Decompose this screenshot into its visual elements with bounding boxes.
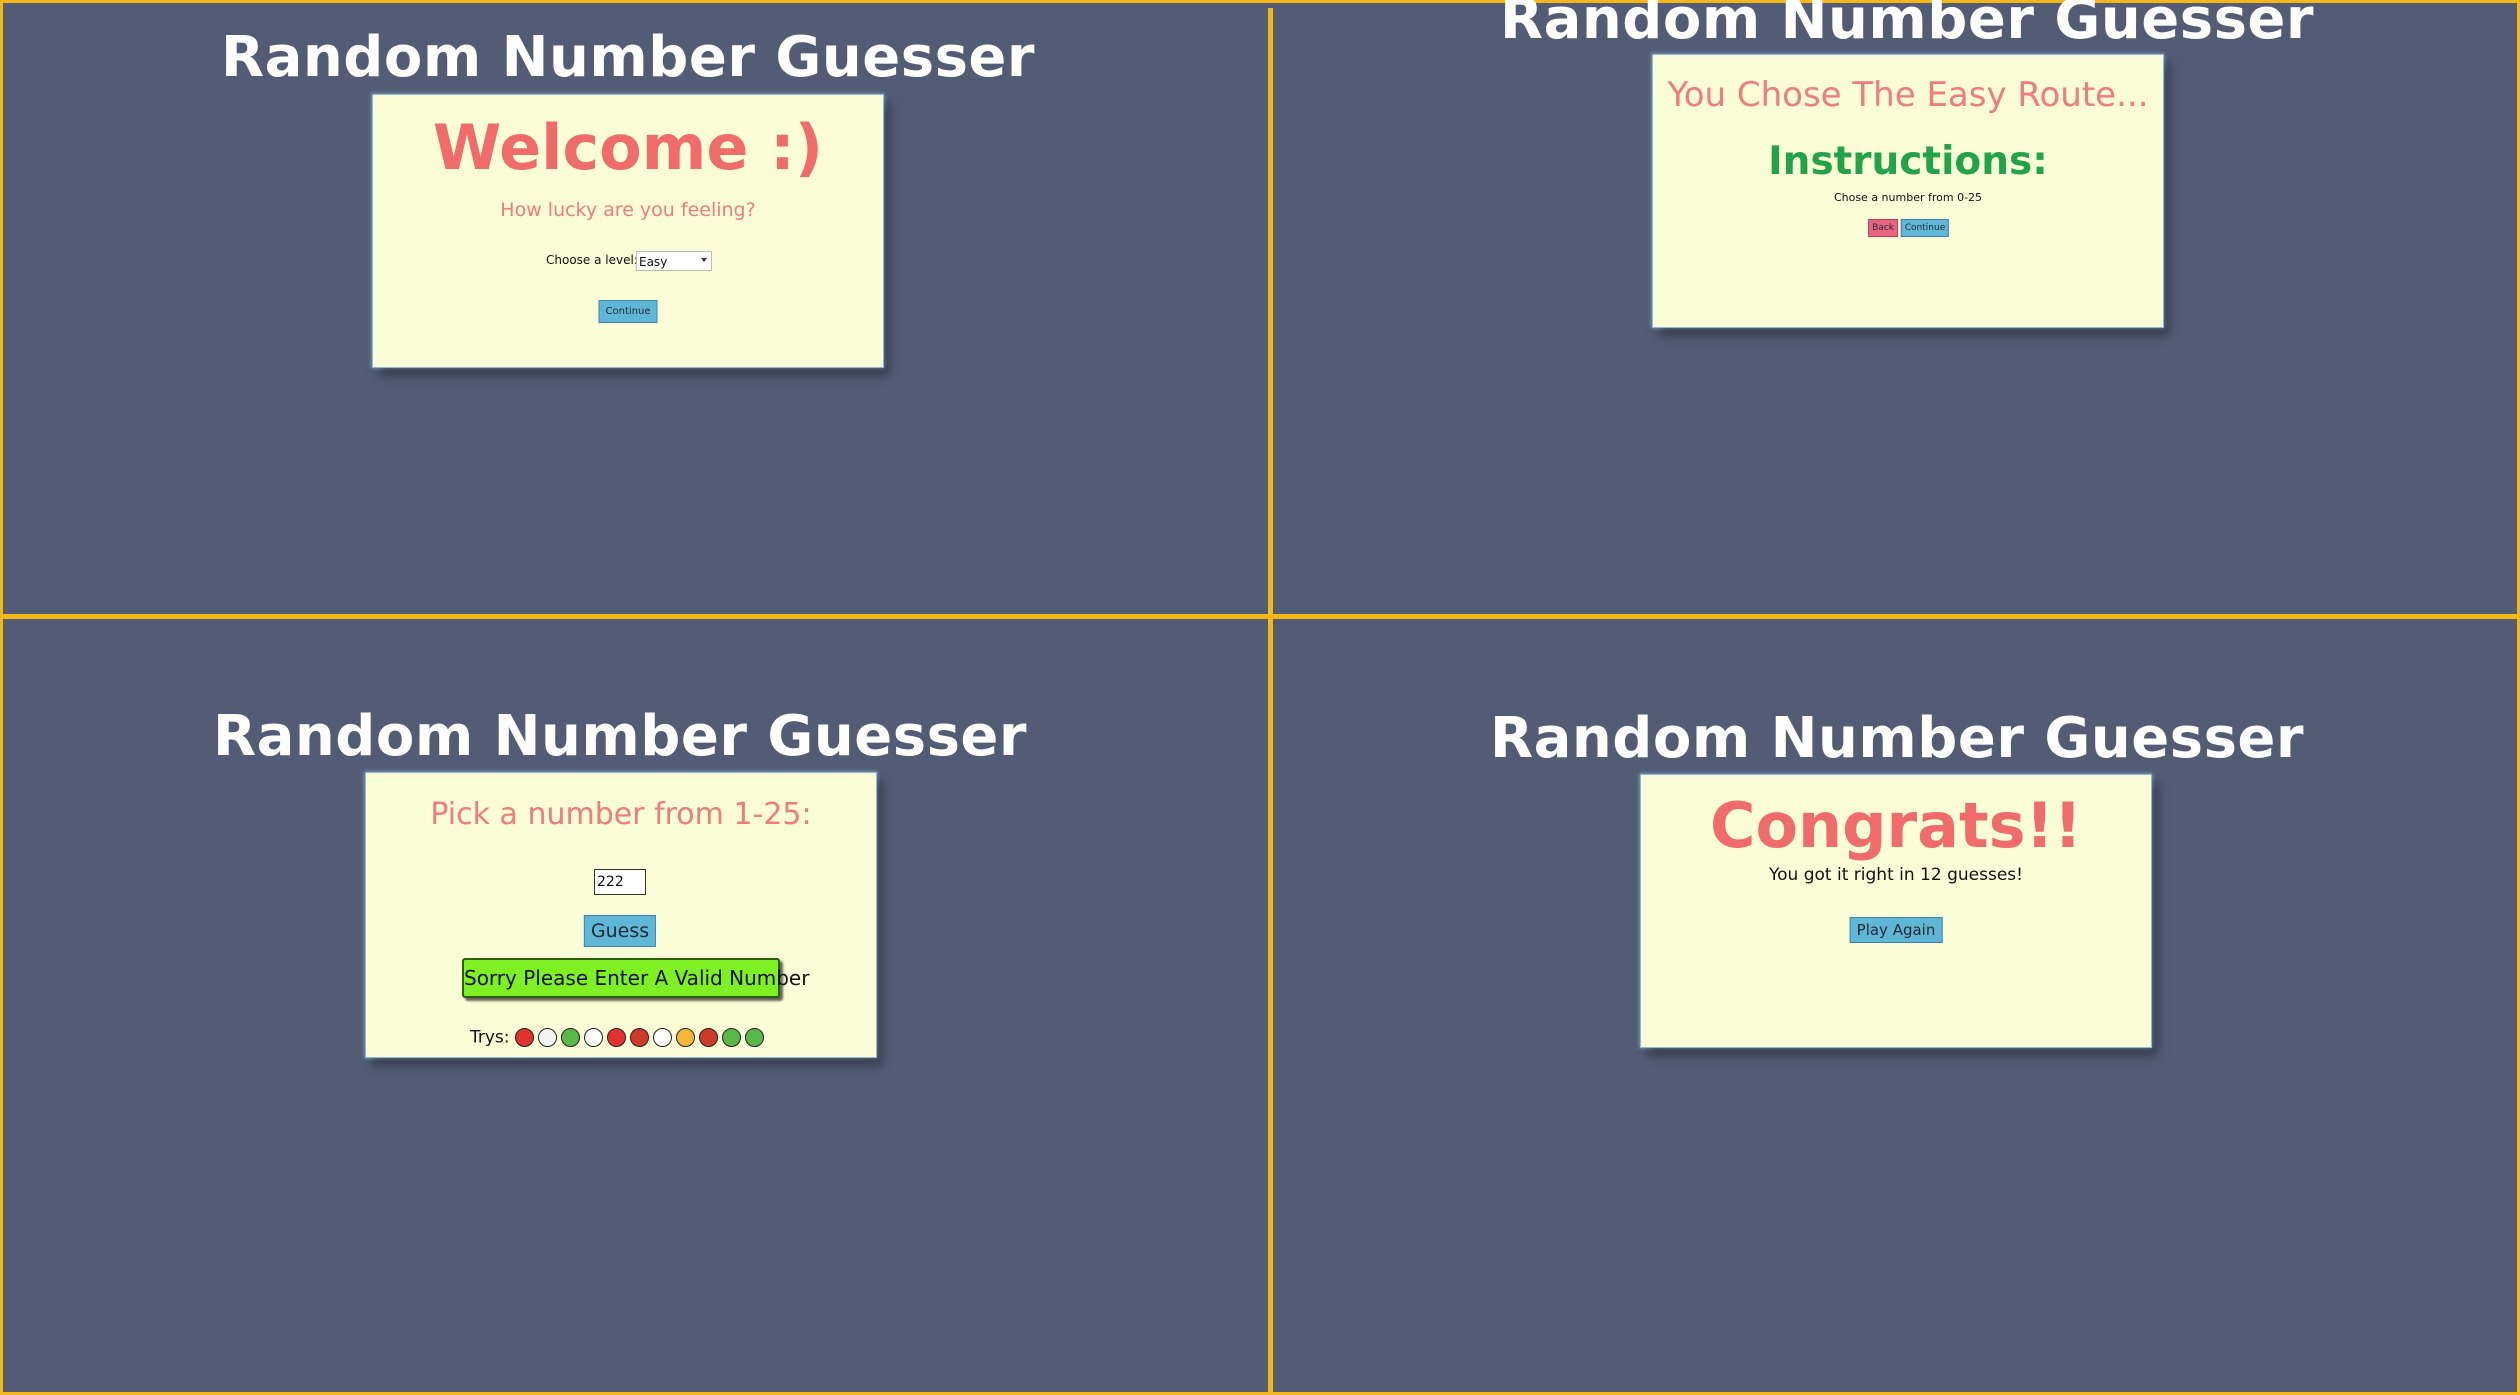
congrats-heading: Congrats!! (1709, 789, 2083, 862)
instructions-title: Instructions: (1768, 139, 2048, 184)
trys-row: Trys: (470, 1027, 768, 1051)
level-select-value: Easy (639, 255, 668, 269)
guess-card: Pick a number from 1-25: 222 Guess Sorry… (365, 772, 877, 1058)
ghost-icon (537, 1028, 557, 1047)
instructions-text: Chose a number from 0-25 (1833, 191, 1983, 204)
level-row: Choose a level: Easy (546, 251, 766, 271)
chevron-down-icon (701, 258, 707, 262)
invalid-number-button[interactable]: Sorry Please Enter A Valid Number (462, 958, 809, 998)
skull-icon (652, 1028, 672, 1047)
welcome-heading: Welcome :) (432, 111, 824, 184)
skull-icon (583, 1028, 603, 1047)
pick-heading: Pick a number from 1-25: (430, 797, 812, 832)
horizontal-divider (0, 614, 2520, 619)
trys-label: Trys: (470, 1027, 510, 1048)
devil-face-icon (514, 1028, 534, 1047)
cat-face-icon (675, 1028, 695, 1047)
app-title: Random Number Guesser (220, 25, 1036, 90)
welcome-card: Welcome :) How lucky are you feeling? Ch… (372, 94, 884, 368)
zombie-face-icon (744, 1028, 764, 1047)
congrats-card: Congrats!! You got it right in 12 guesse… (1640, 774, 2152, 1048)
ogre-face-icon (698, 1028, 718, 1047)
zombie-face-icon (721, 1028, 741, 1047)
level-label: Choose a level: (546, 253, 638, 267)
congrats-message: You got it right in 12 guesses! (1769, 865, 2023, 885)
app-title: Random Number Guesser (1499, 0, 2315, 52)
app-title: Random Number Guesser (212, 704, 1028, 769)
back-button[interactable]: Back (1868, 219, 1898, 237)
continue-button[interactable]: Continue (598, 300, 658, 323)
level-select[interactable]: Easy (636, 251, 712, 271)
app-title: Random Number Guesser (1489, 706, 2305, 771)
welcome-subheading: How lucky are you feeling? (500, 199, 756, 221)
zombie-face-icon (560, 1028, 580, 1047)
continue-button[interactable]: Continue (1900, 219, 1950, 237)
try-icons (514, 1027, 768, 1047)
route-heading: You Chose The Easy Route... (1667, 75, 2149, 115)
vertical-divider (1268, 8, 1273, 1395)
guess-input[interactable]: 222 (594, 869, 646, 895)
guess-button[interactable]: Guess (583, 915, 657, 947)
ogre-face-icon (629, 1028, 649, 1047)
devil-face-icon (606, 1028, 626, 1047)
instructions-card: You Chose The Easy Route... Instructions… (1652, 54, 2164, 328)
play-again-button[interactable]: Play Again (1849, 917, 1943, 943)
